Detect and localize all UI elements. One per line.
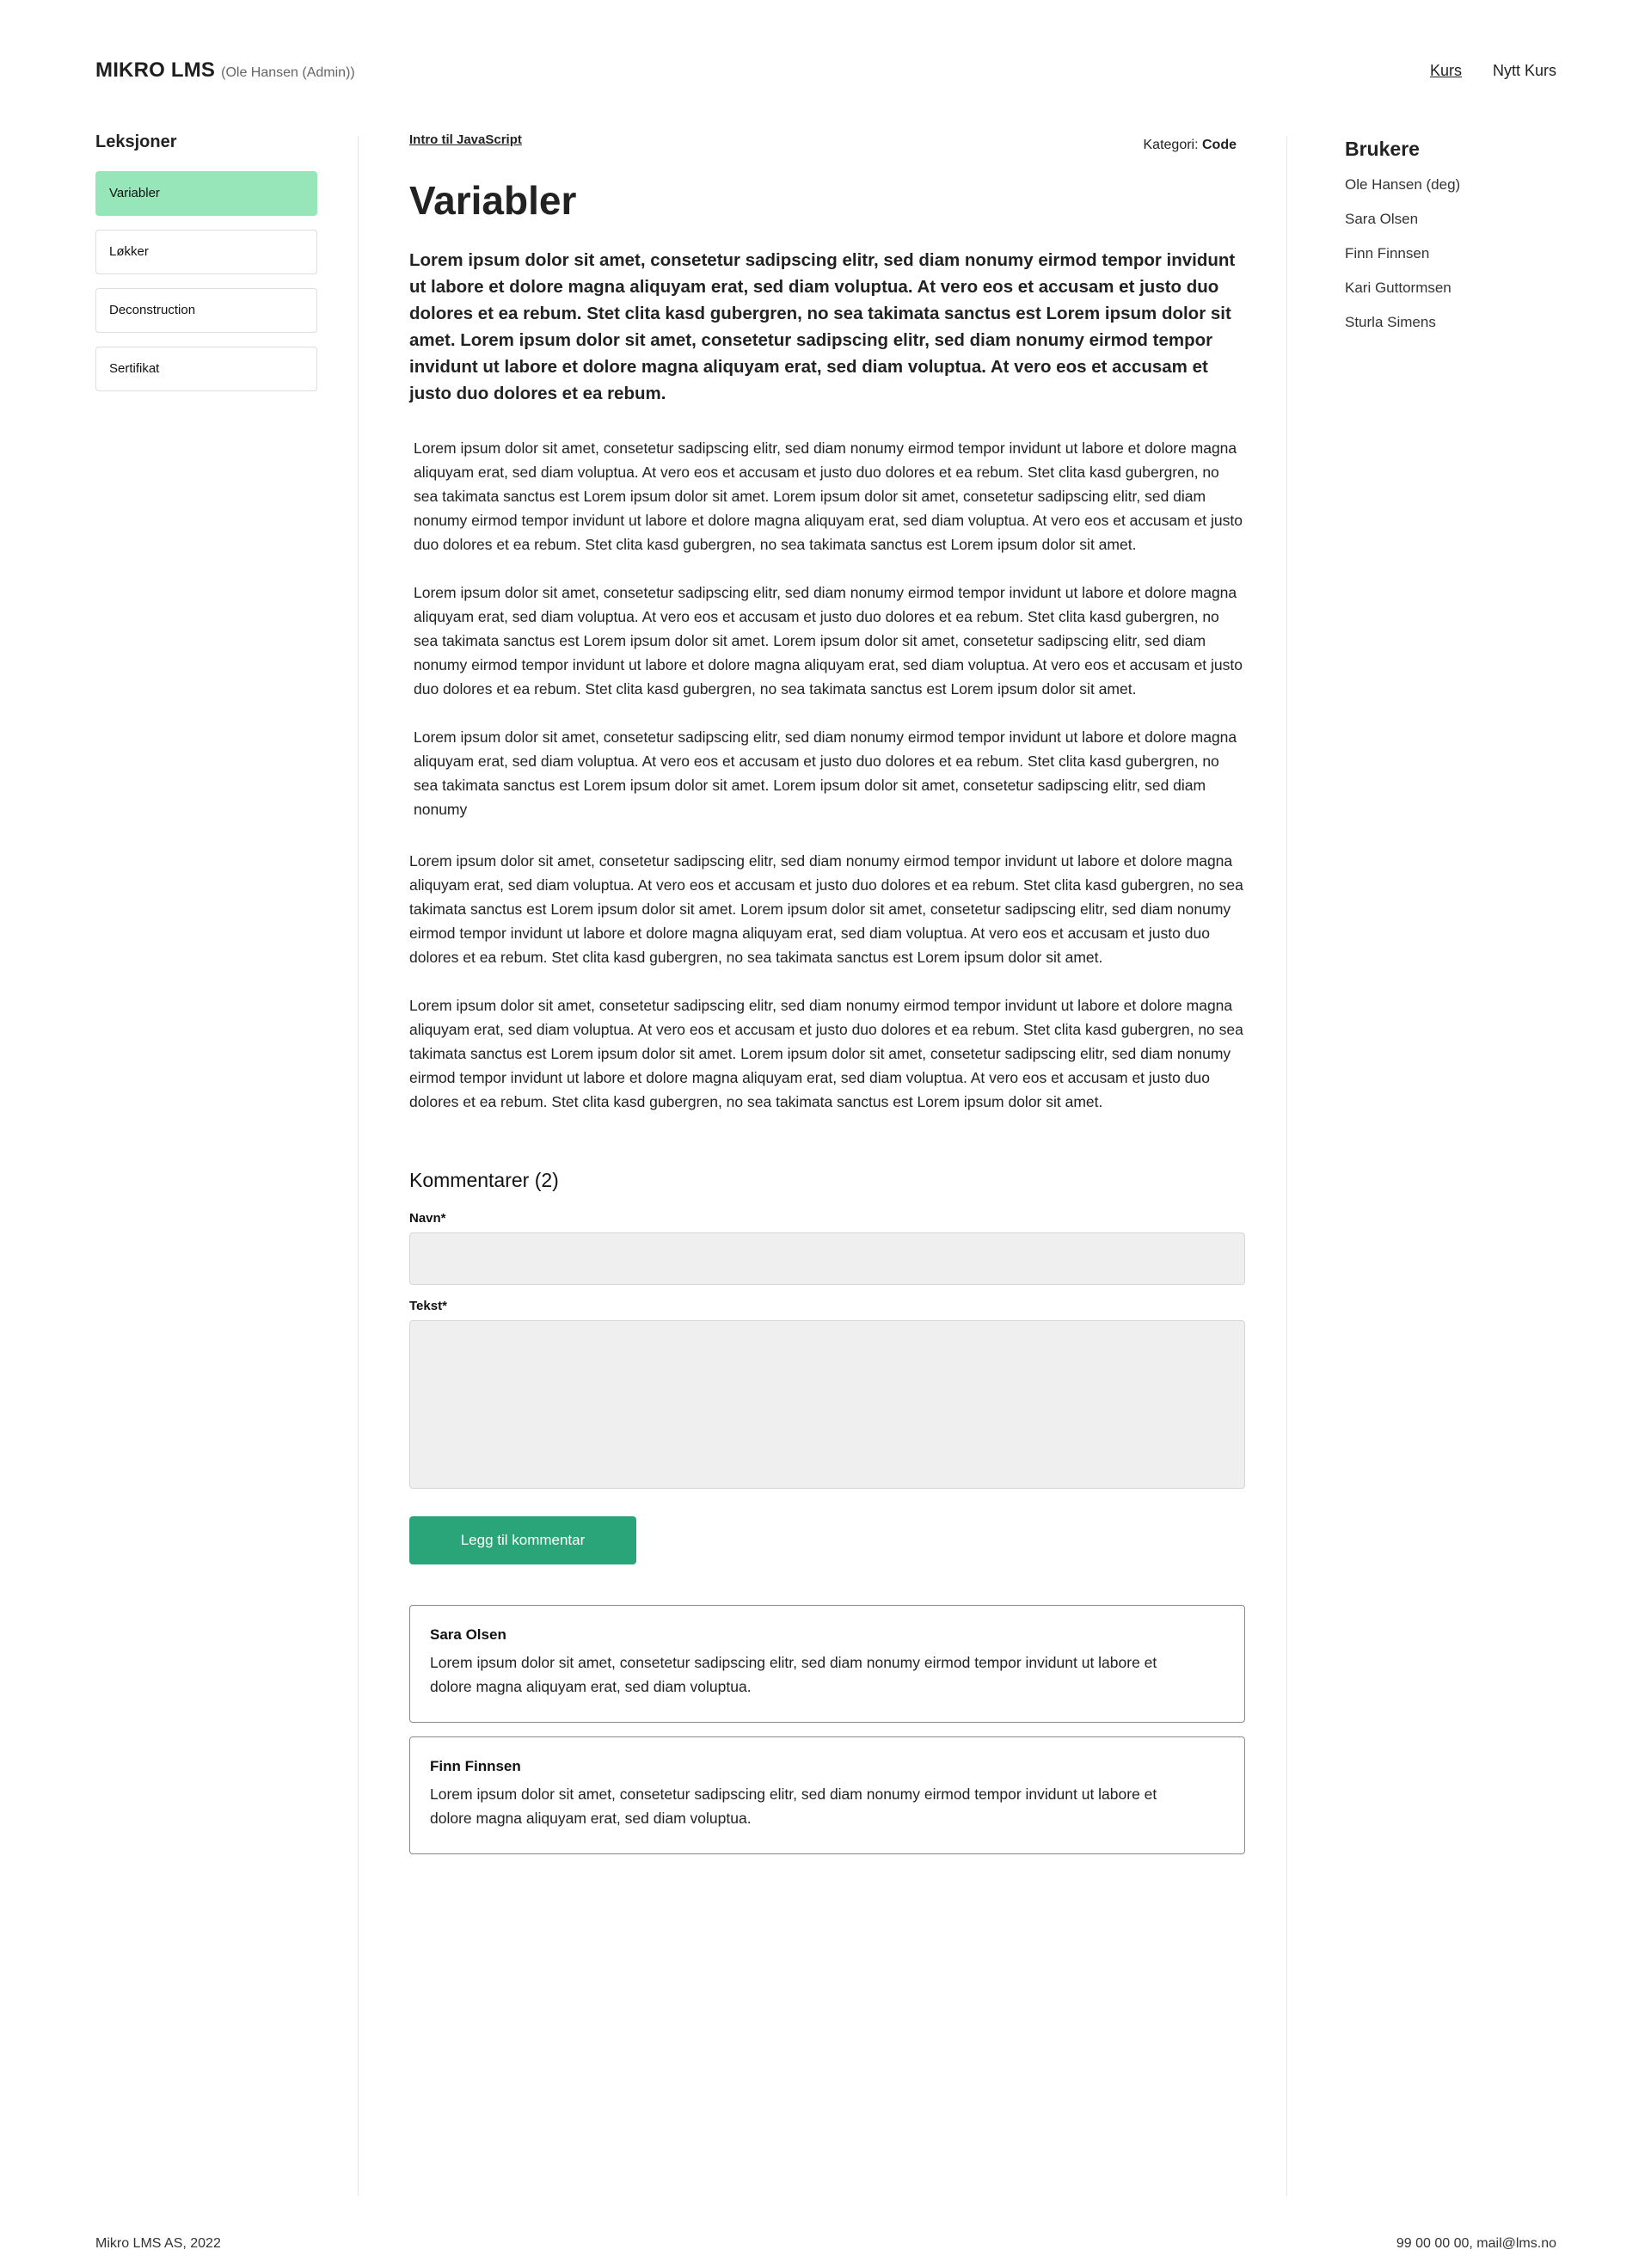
lesson-paragraph: Lorem ipsum dolor sit amet, consetetur s… bbox=[414, 728, 1237, 818]
right-divider bbox=[1286, 136, 1287, 2196]
lesson-item-variabler[interactable]: Variabler bbox=[95, 171, 317, 216]
comment-author: Sara Olsen bbox=[430, 1626, 506, 1643]
users-sidebar: Brukere Ole Hansen (deg) Sara Olsen Finn… bbox=[1345, 138, 1568, 348]
lesson-paragraph: Lorem ipsum dolor sit amet, consetetur s… bbox=[409, 851, 1243, 966]
lesson-item-lokker[interactable]: Løkker bbox=[95, 230, 317, 274]
lesson-paragraph: Lorem ipsum dolor sit amet, consetetur s… bbox=[414, 439, 1243, 553]
footer-copyright: Mikro LMS AS, 2022 bbox=[95, 2236, 221, 2251]
lesson-paragraph: Lorem ipsum dolor sit amet, consetetur s… bbox=[409, 996, 1243, 1110]
user-item: Kari Guttormsen bbox=[1345, 280, 1452, 296]
text-field-label: Tekst* bbox=[409, 1298, 447, 1313]
add-comment-button[interactable]: Legg til kommentar bbox=[409, 1515, 636, 1564]
lesson-item-sertifikat[interactable]: Sertifikat bbox=[95, 347, 317, 391]
user-item: Ole Hansen (deg) bbox=[1345, 176, 1461, 193]
left-divider bbox=[358, 136, 359, 2196]
comment-card: Finn Finnsen Lorem ipsum dolor sit amet,… bbox=[409, 1736, 1245, 1854]
top-nav: Kurs Nytt Kurs bbox=[1430, 62, 1556, 80]
nav-link-kurs[interactable]: Kurs bbox=[1430, 62, 1462, 80]
comment-text-field[interactable] bbox=[409, 1319, 1245, 1489]
user-item: Sturla Simens bbox=[1345, 314, 1436, 330]
page-title: Variabler bbox=[409, 178, 577, 223]
category-prefix: Kategori: bbox=[1143, 138, 1199, 152]
breadcrumb-course-link[interactable]: Intro til JavaScript bbox=[409, 132, 522, 147]
lesson-content: Intro til JavaScript Kategori: Code Vari… bbox=[409, 132, 1245, 1868]
name-field-label: Navn* bbox=[409, 1210, 446, 1226]
user-item: Sara Olsen bbox=[1345, 211, 1419, 227]
lessons-heading: Leksjoner bbox=[95, 132, 177, 151]
lessons-sidebar: Leksjoner Variabler Løkker Deconstructio… bbox=[95, 132, 317, 405]
users-heading: Brukere bbox=[1345, 138, 1420, 160]
user-item: Finn Finnsen bbox=[1345, 245, 1430, 261]
comments-section: Kommentarer (2) Navn* Tekst* Legg til ko… bbox=[409, 1169, 1245, 1854]
name-field[interactable] bbox=[409, 1232, 1245, 1285]
comment-author: Finn Finnsen bbox=[430, 1757, 521, 1774]
category-label: Kategori: Code bbox=[1144, 138, 1237, 153]
category-value: Code bbox=[1202, 138, 1237, 152]
comment-text: Lorem ipsum dolor sit amet, consetetur s… bbox=[430, 1785, 1157, 1827]
comment-text: Lorem ipsum dolor sit amet, consetetur s… bbox=[430, 1653, 1157, 1695]
footer-contact: 99 00 00 00, mail@lms.no bbox=[1396, 2236, 1556, 2251]
comments-heading: Kommentarer (2) bbox=[409, 1168, 559, 1191]
comment-card: Sara Olsen Lorem ipsum dolor sit amet, c… bbox=[409, 1604, 1245, 1723]
nav-link-nytt-kurs[interactable]: Nytt Kurs bbox=[1493, 62, 1556, 80]
brand-logo-text[interactable]: MIKRO LMS bbox=[95, 58, 215, 83]
current-user-label: (Ole Hansen (Admin)) bbox=[221, 65, 355, 80]
brand: MIKRO LMS (Ole Hansen (Admin)) bbox=[95, 58, 355, 83]
lesson-lead: Lorem ipsum dolor sit amet, consetetur s… bbox=[409, 249, 1236, 403]
breadcrumb: Intro til JavaScript Kategori: Code bbox=[409, 132, 1245, 158]
lesson-paragraph: Lorem ipsum dolor sit amet, consetetur s… bbox=[414, 583, 1243, 698]
lesson-item-deconstruction[interactable]: Deconstruction bbox=[95, 288, 317, 333]
app-header: MIKRO LMS (Ole Hansen (Admin)) Kurs Nytt… bbox=[0, 0, 1651, 138]
